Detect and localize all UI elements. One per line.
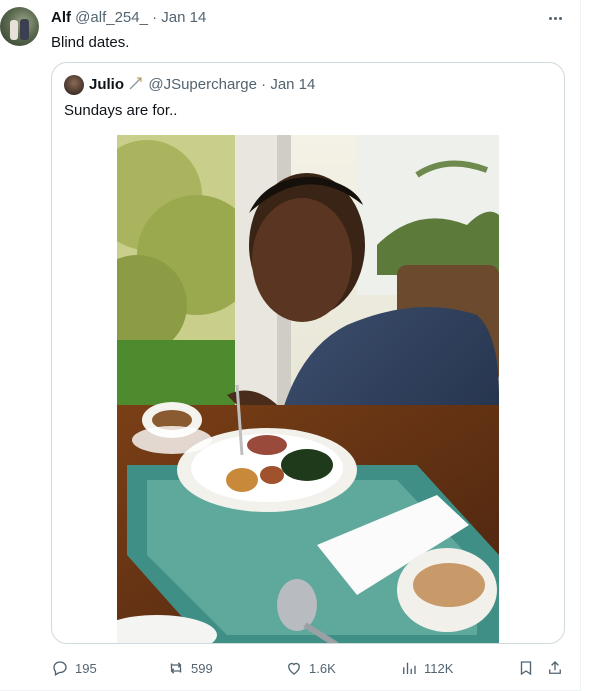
tweet-text: Blind dates. <box>51 34 130 51</box>
bookmark-icon <box>520 661 532 676</box>
quoted-header: Julio @JSupercharge · Jan 14 <box>89 76 315 94</box>
quoted-author-name: Julio <box>89 76 125 93</box>
photo-illustration <box>117 135 499 643</box>
quoted-photo[interactable] <box>117 135 499 643</box>
quoted-separator: · <box>261 76 267 93</box>
separator: · <box>152 9 158 26</box>
heart-icon <box>288 662 300 675</box>
reply-icon <box>53 661 67 676</box>
reply-button[interactable]: 195 <box>51 655 97 681</box>
timeline-divider <box>580 0 581 691</box>
reply-count: 195 <box>75 660 97 676</box>
share-button[interactable] <box>546 655 564 681</box>
like-button[interactable]: 1.6K <box>285 655 336 681</box>
author-handle[interactable]: @alf_254_ <box>75 9 148 26</box>
quoted-tweet[interactable]: Julio @JSupercharge · Jan 14 Sundays are… <box>51 62 565 644</box>
quoted-avatar <box>64 75 84 95</box>
author-name[interactable]: Alf <box>51 9 71 26</box>
quoted-author-handle: @JSupercharge <box>148 76 257 93</box>
quoted-date: Jan 14 <box>270 76 316 93</box>
like-count: 1.6K <box>309 660 336 676</box>
retweet-count: 599 <box>191 660 213 676</box>
action-bar: 195 599 1.6K 112K <box>0 655 589 681</box>
views-icon <box>403 662 416 674</box>
more-horizontal-icon[interactable] <box>543 8 567 28</box>
badge-icon <box>129 77 142 90</box>
retweet-button[interactable]: 599 <box>167 655 213 681</box>
share-icon <box>549 661 561 674</box>
views-count: 112K <box>424 660 454 676</box>
post-date[interactable]: Jan 14 <box>161 9 206 26</box>
tweet-header: Alf @alf_254_ · Jan 14 <box>51 9 206 27</box>
views-button[interactable]: 112K <box>400 655 453 681</box>
bookmark-button[interactable] <box>517 655 535 681</box>
avatar[interactable] <box>0 7 39 46</box>
retweet-icon <box>170 662 182 674</box>
quoted-text: Sundays are for.. <box>64 102 178 119</box>
